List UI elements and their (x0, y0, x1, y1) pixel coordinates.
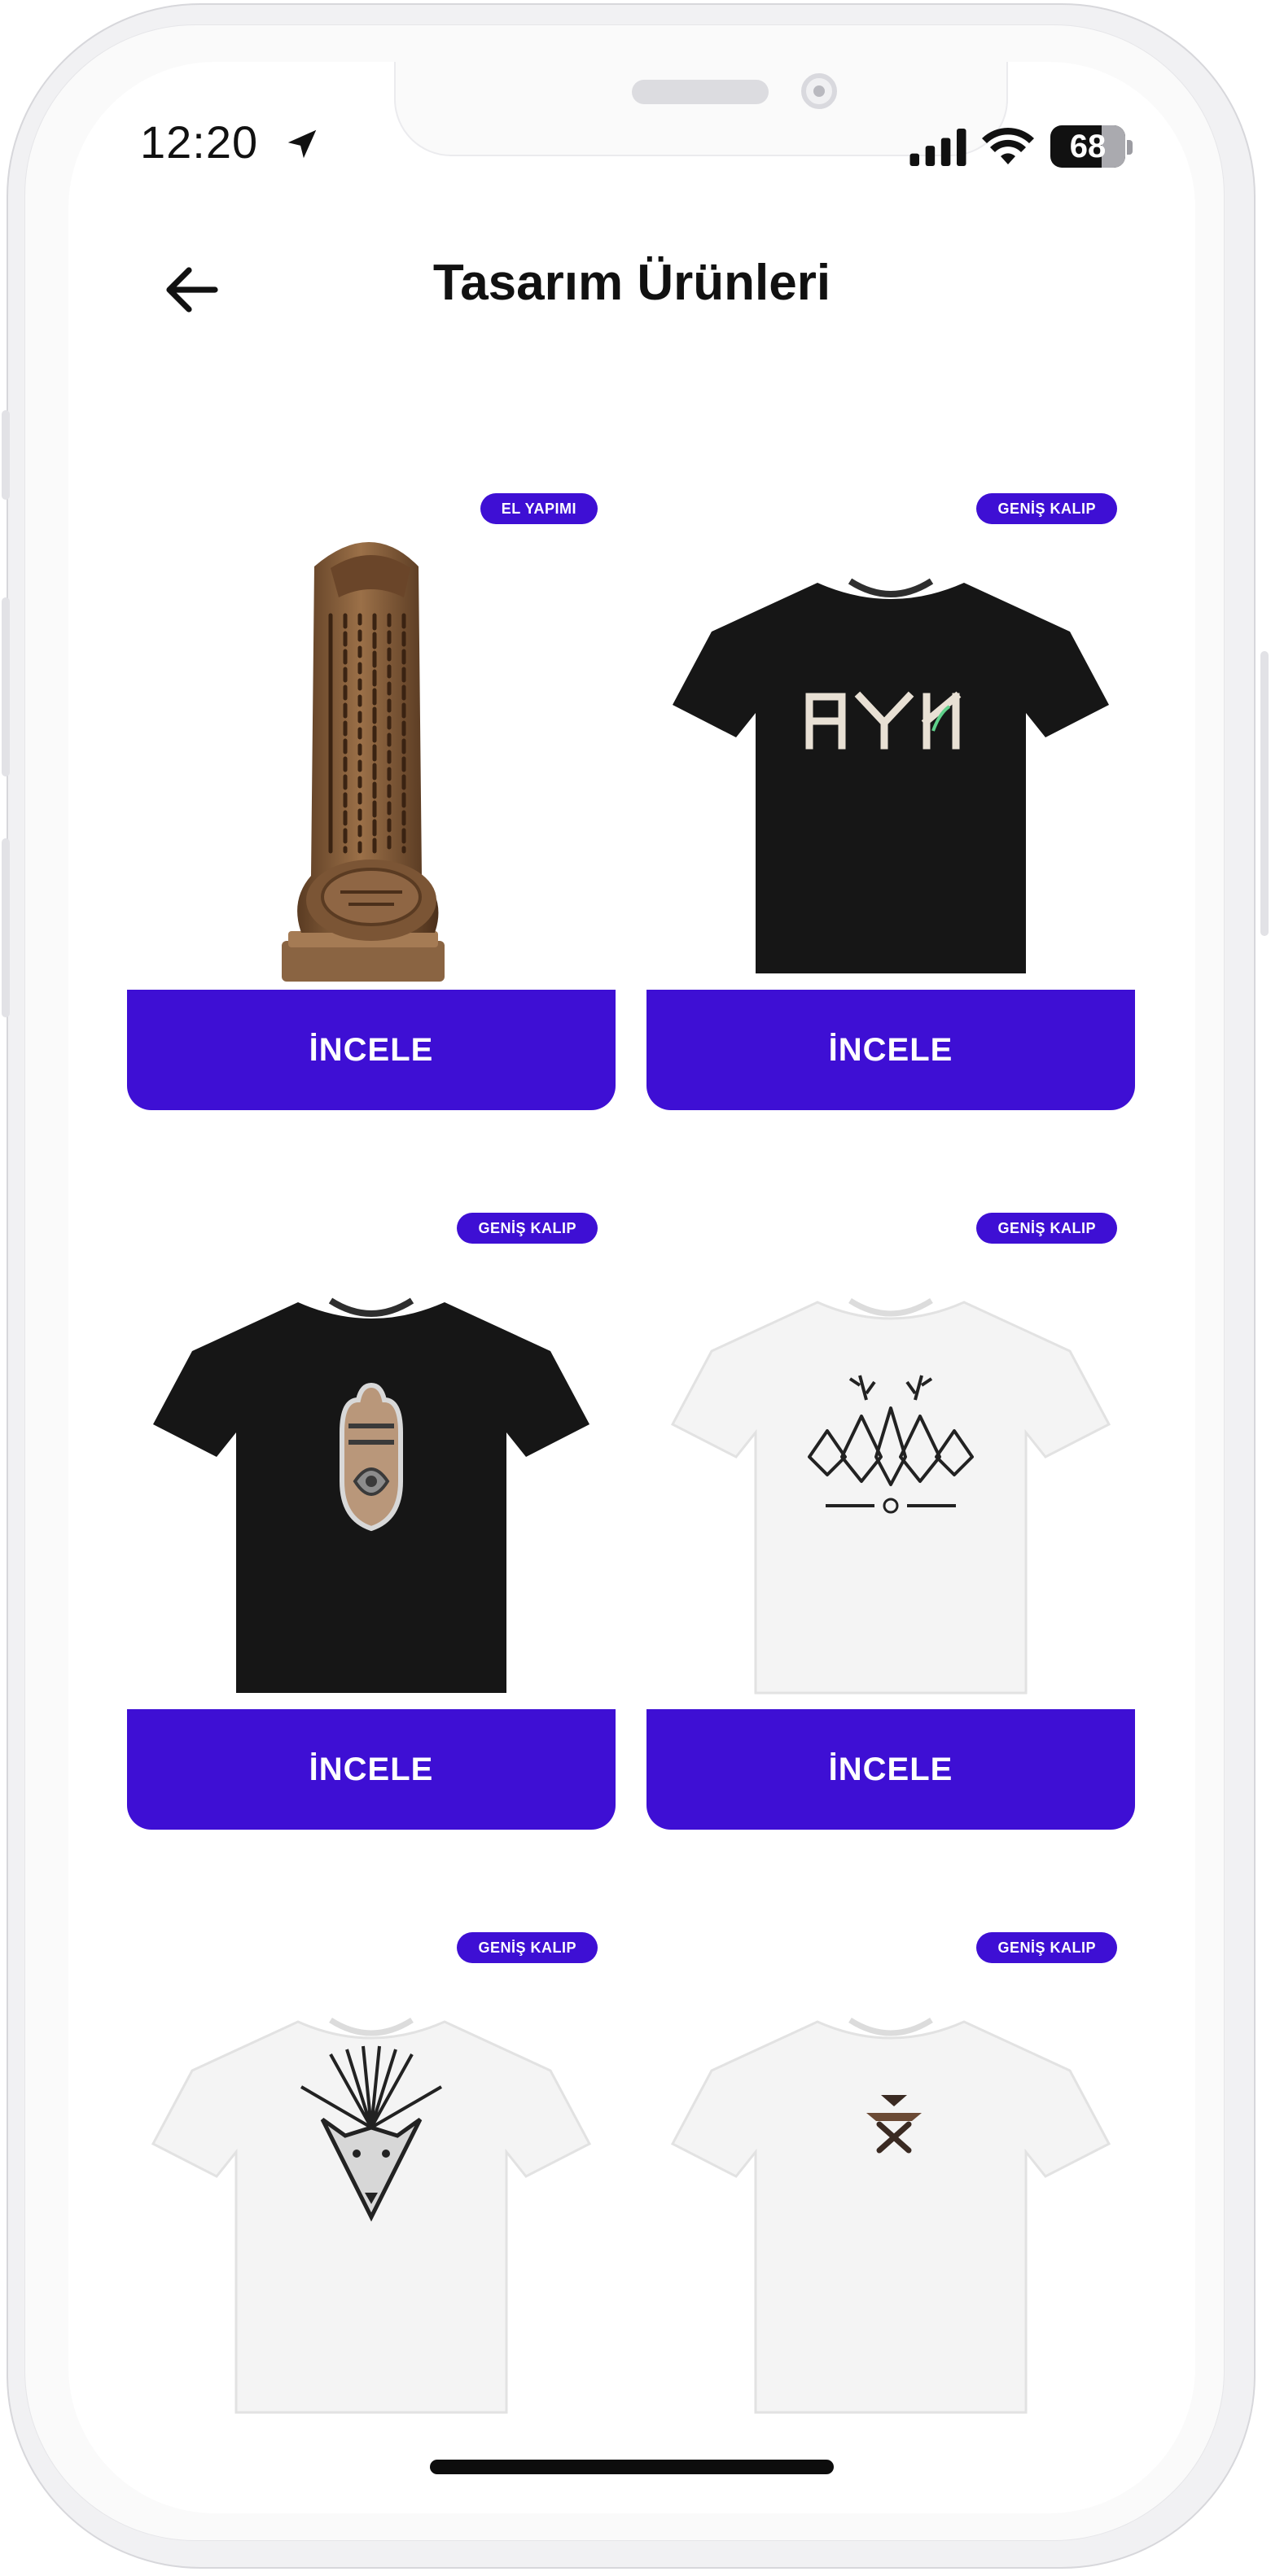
speaker-grille (632, 80, 769, 104)
product-badge: GENİŞ KALIP (976, 493, 1117, 524)
product-card[interactable]: GENİŞ KALIP (127, 1932, 616, 2437)
product-image: GENİŞ KALIP (646, 1932, 1135, 2437)
white-tshirt-image (670, 2018, 1111, 2414)
status-time: 12:20 (140, 116, 259, 168)
inspect-button[interactable]: İNCELE (646, 990, 1135, 1110)
inspect-button[interactable]: İNCELE (646, 1709, 1135, 1830)
carved-stele-image (282, 542, 445, 982)
black-tshirt-image (673, 578, 1109, 973)
silent-switch (2, 410, 10, 500)
front-camera (801, 73, 837, 109)
product-badge: GENİŞ KALIP (976, 1932, 1117, 1963)
white-tshirt-image (151, 2018, 592, 2414)
product-badge: GENİŞ KALIP (976, 1213, 1117, 1244)
volume-up-button (2, 597, 10, 776)
home-indicator[interactable] (430, 2460, 834, 2474)
product-card[interactable]: GENİŞ KALIP (646, 1932, 1135, 2437)
product-card[interactable]: GENİŞ KALIP İNCELE (127, 1213, 616, 1830)
product-image: GENİŞ KALIP (127, 1213, 616, 1717)
product-image: EL YAPIMI (127, 493, 616, 998)
inspect-button[interactable]: İNCELE (127, 1709, 616, 1830)
power-button (1260, 651, 1269, 936)
screen: 12:20 68 Tasarım Ürünleri EL YAPIMI İNCE… (68, 62, 1195, 2513)
location-arrow-icon (287, 129, 317, 159)
white-tshirt-image (670, 1298, 1111, 1695)
page-title: Tasarım Ürünleri (432, 255, 831, 311)
battery-indicator: 68 (1050, 125, 1125, 168)
product-badge: EL YAPIMI (480, 493, 598, 524)
product-card[interactable]: GENİŞ KALIP İNCELE (646, 1213, 1135, 1830)
product-card[interactable]: EL YAPIMI İNCELE (127, 493, 616, 1110)
battery-percentage: 68 (1069, 129, 1107, 164)
product-badge: GENİŞ KALIP (457, 1213, 598, 1244)
inspect-button[interactable]: İNCELE (127, 990, 616, 1110)
product-image: GENİŞ KALIP (646, 1213, 1135, 1717)
product-badge: GENİŞ KALIP (457, 1932, 598, 1963)
product-image: GENİŞ KALIP (127, 1932, 616, 2437)
product-image: GENİŞ KALIP (646, 493, 1135, 998)
cellular-signal-icon (909, 129, 966, 166)
back-arrow-icon[interactable] (160, 257, 225, 322)
wifi-icon (982, 128, 1034, 164)
battery-cap (1127, 140, 1133, 155)
product-card[interactable]: GENİŞ KALIP İNCELE (646, 493, 1135, 1110)
black-tshirt-image (153, 1297, 589, 1693)
volume-down-button (2, 838, 10, 1017)
